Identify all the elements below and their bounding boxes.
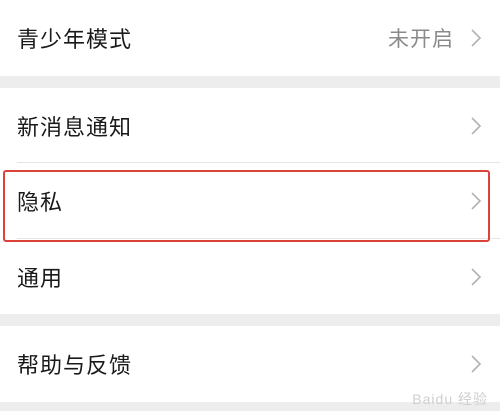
settings-item-general[interactable]: 通用 bbox=[0, 239, 500, 314]
settings-item-label: 新消息通知 bbox=[17, 115, 133, 141]
chevron-right-icon bbox=[471, 116, 482, 135]
settings-item-youth-mode[interactable]: 青少年模式 未开启 bbox=[0, 0, 500, 76]
settings-item-label: 帮助与反馈 bbox=[17, 354, 133, 379]
settings-item-new-message-notification[interactable]: 新消息通知 bbox=[0, 88, 500, 163]
chevron-right-icon bbox=[471, 267, 482, 286]
settings-group-youth: 青少年模式 未开启 bbox=[0, 0, 500, 76]
settings-item-label: 青少年模式 bbox=[17, 28, 133, 53]
chevron-right-icon bbox=[471, 29, 482, 47]
settings-item-label: 隐私 bbox=[17, 191, 64, 216]
baidu-watermark: Baidu 经验 bbox=[412, 391, 488, 407]
settings-item-privacy[interactable]: 隐私 bbox=[0, 163, 500, 239]
chevron-right-icon bbox=[471, 355, 482, 373]
settings-item-label: 通用 bbox=[17, 266, 64, 292]
settings-item-status: 未开启 bbox=[388, 27, 454, 51]
settings-group-main: 新消息通知 隐私 通用 bbox=[0, 88, 500, 314]
chevron-right-icon bbox=[471, 192, 482, 210]
